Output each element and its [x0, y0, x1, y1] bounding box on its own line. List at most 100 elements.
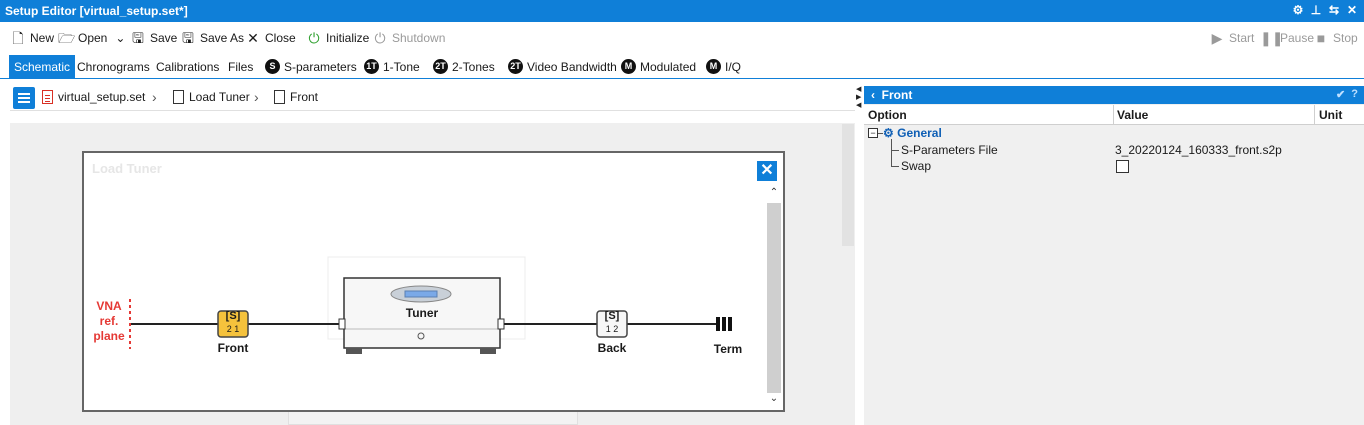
close-icon[interactable]: ✕ [1346, 3, 1358, 17]
setup-file-icon [42, 90, 53, 104]
hamburger-menu-button[interactable] [13, 87, 35, 109]
tab-bar: Schematic Chronograms Calibrations Files… [0, 54, 1364, 79]
tab-label: 2-Tones [452, 59, 495, 74]
group-general[interactable]: ⚙ General [883, 126, 942, 140]
chevron-down-icon[interactable]: ⌄ [115, 31, 125, 45]
tab-video-bandwidth[interactable]: 2T Video Bandwidth [503, 55, 622, 78]
x-icon: ✕ [247, 30, 259, 46]
properties-columns: Option Value Unit [864, 105, 1364, 125]
front-block-label: [S] [225, 310, 241, 322]
window-title: Setup Editor [virtual_setup.set*] [5, 4, 188, 18]
ref-plane-line: ref. [99, 314, 119, 328]
breadcrumb-item-front[interactable]: Front [274, 90, 318, 104]
dialog-scrollbar-thumb[interactable] [767, 203, 781, 393]
tab-calibrations[interactable]: Calibrations [151, 55, 224, 78]
swap-icon[interactable]: ⇆ [1328, 3, 1340, 17]
swap-checkbox[interactable] [1116, 160, 1129, 173]
tab-chronograms[interactable]: Chronograms [72, 55, 155, 78]
close-label: Close [265, 31, 296, 45]
open-label: Open [78, 31, 108, 45]
stop-label: Stop [1333, 31, 1358, 45]
open-button[interactable]: 🗁 Open ⌄ [58, 29, 125, 47]
file-icon [173, 90, 184, 104]
iq-icon: M [706, 59, 721, 74]
initialize-label: Initialize [326, 31, 370, 45]
window-controls: ⚙ ⊥ ⇆ ✕ [1292, 3, 1358, 17]
close-button[interactable]: ✕ Close [245, 29, 296, 47]
properties-title-text: Front [881, 88, 913, 102]
tab-label: Chronograms [77, 59, 150, 74]
front-ports-label: 2 1 [226, 324, 240, 334]
ref-plane-line: plane [93, 329, 125, 343]
tuner-label: Tuner [405, 306, 439, 320]
back-label: Back [597, 341, 627, 355]
breadcrumb-item-load-tuner[interactable]: Load Tuner [173, 90, 250, 104]
properties-title: ‹ Front [871, 88, 913, 102]
stop-button[interactable]: ■ Stop [1313, 29, 1358, 47]
tab-2-tones[interactable]: 2T 2-Tones [428, 55, 500, 78]
termination-icon[interactable] [716, 317, 732, 331]
group-label: General [897, 126, 942, 140]
breadcrumb-label: virtual_setup.set [58, 90, 146, 104]
header-icons: ✔ ? [1336, 88, 1358, 101]
new-button[interactable]: 🗋 New [10, 29, 54, 47]
save-as-label: Save As [200, 31, 245, 45]
tab-schematic[interactable]: Schematic [9, 55, 76, 78]
shutdown-button[interactable]: ⏻ Shutdown [372, 29, 445, 47]
splitter-arrows[interactable]: ◀ ▶ ◀ [856, 86, 862, 110]
shutdown-label: Shutdown [392, 31, 446, 45]
power-icon: ⏻ [308, 30, 320, 46]
s-parameters-icon: S [265, 59, 280, 74]
breadcrumb: virtual_setup.set › Load Tuner › Front [10, 84, 855, 111]
gear-icon: ⚙ [883, 126, 894, 140]
column-value[interactable]: Value [1117, 108, 1148, 122]
help-icon[interactable]: ? [1351, 88, 1358, 101]
save-as-button[interactable]: 🖫 Save As [180, 29, 244, 47]
tab-files[interactable]: Files [223, 55, 258, 78]
initialize-button[interactable]: ⏻ Initialize [306, 29, 369, 47]
file-icon [274, 90, 285, 104]
ref-plane-line: VNA [96, 299, 122, 313]
column-unit[interactable]: Unit [1319, 108, 1342, 122]
save-button[interactable]: 🖫 Save [130, 29, 177, 47]
folder-icon: 🗁 [58, 30, 76, 46]
ref-plane-label: VNA ref. plane [84, 299, 134, 344]
toolbar: 🗋 New 🗁 Open ⌄ 🖫 Save 🖫 Save As ✕ Close … [0, 22, 1364, 54]
pause-button[interactable]: ❚❚ Pause [1260, 29, 1314, 47]
tab-modulated[interactable]: M Modulated [616, 55, 701, 78]
tuner-foot [346, 348, 362, 354]
start-button[interactable]: ▶ Start [1209, 29, 1255, 47]
scroll-down-icon[interactable]: ⌄ [767, 393, 781, 407]
tab-label: I/Q [725, 59, 742, 74]
new-file-icon: 🗋 [12, 30, 24, 46]
save-as-icon: 🖫 [182, 30, 194, 46]
tab-1-tone[interactable]: 1T 1-Tone [359, 55, 425, 78]
title-bar: Setup Editor [virtual_setup.set*] ⚙ ⊥ ⇆ … [0, 0, 1364, 22]
save-icon: 🖫 [132, 30, 144, 46]
breadcrumb-label: Front [290, 90, 319, 104]
properties-header: ‹ Front ✔ ? [864, 86, 1364, 104]
tab-iq[interactable]: M I/Q [701, 55, 746, 78]
scroll-up-icon[interactable]: ⌃ [767, 187, 781, 201]
power-icon: ⏻ [374, 30, 386, 46]
breadcrumb-item-setup[interactable]: virtual_setup.set [42, 90, 145, 104]
pin-icon[interactable]: ⊥ [1310, 3, 1322, 17]
check-icon[interactable]: ✔ [1336, 88, 1345, 101]
tab-label: Schematic [14, 59, 71, 74]
video-bandwidth-icon: 2T [508, 59, 523, 74]
chevron-right-icon: › [254, 89, 259, 105]
tab-label: Modulated [640, 59, 697, 74]
two-tones-icon: 2T [433, 59, 448, 74]
tab-label: 1-Tone [383, 59, 420, 74]
tab-s-parameters[interactable]: S S-parameters [260, 55, 362, 78]
one-tone-icon: 1T [364, 59, 379, 74]
pause-icon: ❚❚ [1260, 30, 1284, 46]
column-option[interactable]: Option [868, 108, 907, 122]
new-label: New [30, 31, 55, 45]
tuner-foot [480, 348, 496, 354]
canvas-scrollbar[interactable] [842, 124, 854, 246]
value-s-parameters-file[interactable]: 3_20220124_160333_front.s2p [1115, 143, 1282, 157]
option-s-parameters-file: S-Parameters File [901, 143, 998, 157]
gear-icon[interactable]: ⚙ [1292, 3, 1304, 17]
collapse-toggle[interactable]: − [868, 128, 878, 138]
